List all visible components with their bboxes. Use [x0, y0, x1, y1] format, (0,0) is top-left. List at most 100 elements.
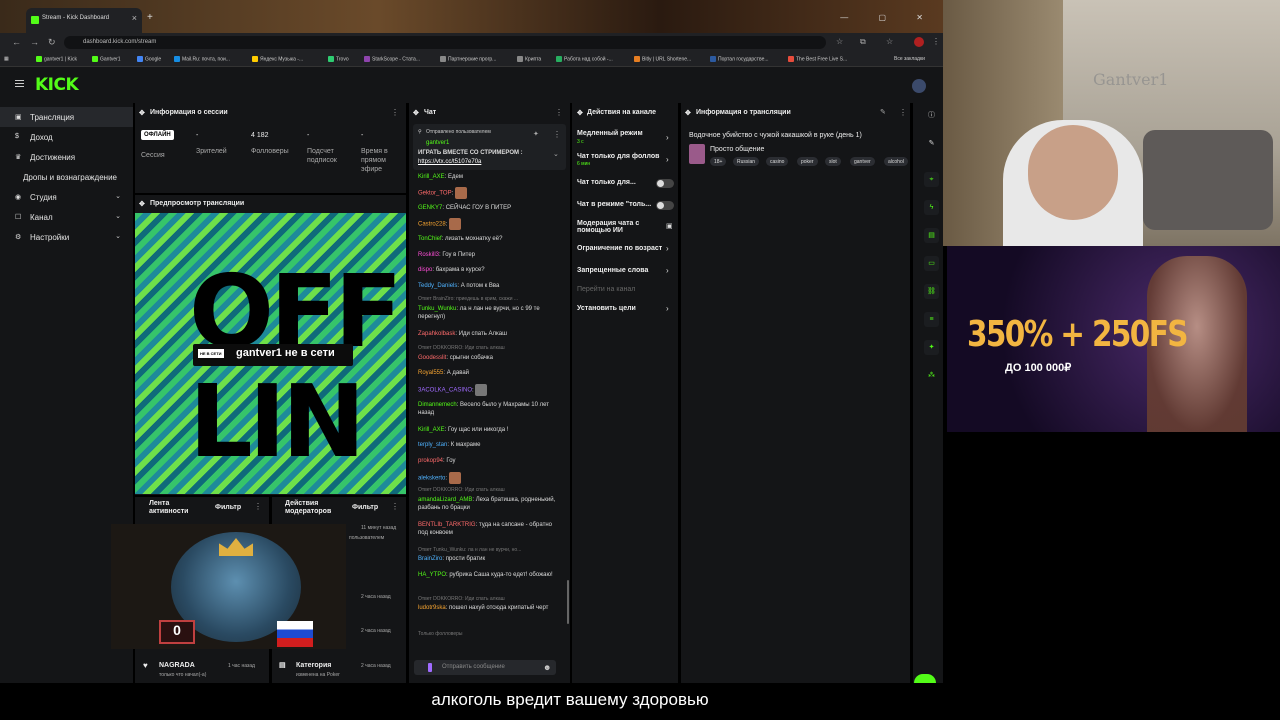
chat-message[interactable]: Teddy_Daniels: А потом к Вва — [418, 282, 499, 290]
profile-avatar[interactable] — [914, 37, 924, 47]
chat-message[interactable]: amandaLizard_AMB: Леха братишка, роднень… — [418, 496, 563, 512]
chat-message[interactable]: HA_YTPO: рубрика Саша куда-то едет! обож… — [418, 571, 563, 579]
bolt-icon[interactable]: ϟ — [924, 200, 939, 215]
close-tab-icon[interactable]: × — [132, 13, 137, 23]
more-icon[interactable]: ⋮ — [391, 108, 399, 117]
ai-moderation-action[interactable]: Модерация чата с помощью ИИ — [577, 220, 647, 234]
drag-handle-icon[interactable]: ✥ — [577, 109, 583, 117]
chat-input[interactable]: Отправить сообщение — [414, 660, 556, 675]
pinned-more-icon[interactable]: ⋮ — [553, 130, 561, 139]
bookmarks-icon[interactable]: ☆ — [886, 37, 893, 46]
chat-message[interactable]: Kirill_AXE: Едем — [418, 173, 463, 181]
bookmark-item[interactable]: Gantver1 — [92, 56, 121, 62]
followers-only-action[interactable]: Чат только для фоллов — [577, 153, 659, 160]
url-field[interactable]: dashboard.kick.com/stream — [64, 36, 826, 49]
chevron-right-icon[interactable]: › — [666, 133, 669, 142]
info-icon[interactable]: ⓘ — [924, 108, 939, 123]
chat-scrollbar[interactable] — [567, 580, 569, 624]
all-bookmarks[interactable]: Все закладки — [894, 56, 925, 62]
bookmark-folder[interactable]: Партнерские прогр... — [440, 56, 496, 62]
sidebar-item-settings[interactable]: ⚙ Настройки ⌄ — [0, 227, 133, 247]
chat-message[interactable]: Castro228: — [418, 218, 462, 230]
mod-filter-button[interactable]: Фильтр — [352, 504, 378, 512]
chat-message[interactable]: TonChief: лизать мохнатку её? — [418, 235, 502, 243]
ai-moderation-icon[interactable]: ▣ — [666, 222, 673, 230]
chevron-right-icon[interactable]: › — [666, 244, 669, 253]
bookmark-item[interactable]: Работа над собой -... — [556, 56, 613, 62]
slow-mode-action[interactable]: Медленный режим — [577, 130, 643, 137]
chat-message[interactable]: Zapahkolbask: Иди спать Алкаш — [418, 330, 507, 338]
share-icon[interactable]: ⁂ — [924, 368, 939, 383]
bookmark-item[interactable]: Trovo — [328, 56, 349, 62]
focus-icon[interactable]: ⌖ — [924, 172, 939, 187]
chat-message[interactable]: BrainZiro: прости братик — [418, 555, 485, 563]
forward-icon[interactable]: → — [30, 37, 39, 47]
chat-message[interactable]: GENKY7: СЕЙЧАС ГОУ В ПИТЕР — [418, 204, 511, 212]
reload-icon[interactable]: ↻ — [48, 37, 56, 48]
more-icon[interactable]: ⋮ — [254, 502, 262, 511]
chat-message[interactable]: 3ACOLKA_CASINO: — [418, 384, 488, 396]
activity-filter-button[interactable]: Фильтр — [215, 504, 241, 512]
sidebar-item-achievements[interactable]: ♛ Достижения — [0, 147, 133, 167]
bookmark-item[interactable]: The Best Free Live S... — [788, 56, 847, 62]
bookmark-item[interactable]: Bitly | URL Shortene... — [634, 56, 691, 62]
chat-message[interactable]: BENTLIb_TARKTRIG: туда на сапсане - обра… — [418, 521, 563, 537]
chat-message[interactable]: terply_stan: К махраме — [418, 441, 480, 449]
edit-icon[interactable]: ✎ — [880, 108, 886, 116]
bookmark-folder[interactable]: Крипта — [517, 56, 541, 62]
menu-icon[interactable]: ⋮ — [932, 37, 940, 46]
apps-icon[interactable]: ▦ — [4, 56, 9, 62]
drag-handle-icon[interactable]: ✥ — [139, 109, 145, 117]
chat-message[interactable]: Roskill3: Гоу в Питер — [418, 251, 475, 259]
bookmark-item[interactable]: StarkScope - Стата... — [364, 56, 420, 62]
chat-message[interactable]: Goodesslit: срыгни собачка — [418, 354, 493, 362]
sidebar-item-drops[interactable]: Дропы и вознаграждение — [0, 167, 133, 187]
emoji-icon[interactable]: ☻ — [543, 663, 551, 672]
sidebar-item-income[interactable]: $ Доход — [0, 127, 133, 147]
bookmark-item[interactable]: Mail.Ru: почта, пои... — [174, 56, 230, 62]
pen-icon[interactable]: ✎ — [924, 136, 939, 151]
chat-message[interactable]: prokop94: Гоу — [418, 457, 456, 465]
bookmark-item[interactable]: gantver1 | Kick — [36, 56, 77, 62]
wrench-icon[interactable]: ✦ — [924, 340, 939, 355]
chevron-down-icon[interactable]: ⌄ — [553, 150, 559, 158]
star-icon[interactable]: ☆ — [836, 37, 843, 46]
subs-only-toggle[interactable] — [656, 179, 674, 188]
emote-only-toggle[interactable] — [656, 201, 674, 210]
age-restriction-action[interactable]: Ограничение по возраст — [577, 245, 662, 252]
chat-message[interactable]: dispo: бахрама в курсе? — [418, 266, 485, 274]
bookmark-item[interactable]: Google — [137, 56, 161, 62]
chat-message[interactable]: Kirill_AXE: Гоу щас или никогда ! — [418, 426, 508, 434]
drag-handle-icon[interactable]: ✥ — [413, 109, 419, 117]
kick-logo[interactable]: KICK — [35, 75, 79, 95]
drag-handle-icon[interactable]: ✥ — [685, 109, 691, 117]
chat-message[interactable]: Gektor_TOP: — [418, 187, 467, 199]
chat-message[interactable]: Tunku_Wunku: ла н лан не вурчи, но с 99 … — [418, 305, 563, 321]
sidebar-item-channel[interactable]: ☐ Канал ⌄ — [0, 207, 133, 227]
chat-bubble-icon[interactable]: ▭ — [924, 256, 939, 271]
bookmark-item[interactable]: Яндекс Музыка -... — [252, 56, 303, 62]
back-icon[interactable]: ← — [12, 37, 21, 47]
new-tab-button[interactable]: + — [147, 12, 153, 23]
chat-message[interactable]: Royal555: А давай — [418, 369, 469, 377]
chevron-right-icon[interactable]: › — [666, 304, 669, 313]
sidebar-item-broadcast[interactable]: ▣ Трансляция — [0, 107, 133, 127]
set-goals-action[interactable]: Установить цели — [577, 305, 636, 312]
tab-kick-dashboard[interactable]: Stream - Kick Dashboard × — [26, 8, 142, 33]
window-controls[interactable]: — ▢ ✕ — [840, 13, 937, 22]
help-bubble-icon[interactable] — [914, 674, 936, 683]
more-icon[interactable]: ⋮ — [391, 502, 399, 511]
user-avatar[interactable] — [912, 79, 926, 93]
chat-message[interactable]: Dimannemech: Весело было у Махрамы 10 ле… — [418, 401, 563, 417]
extensions-icon[interactable]: ⧉ — [860, 37, 866, 47]
chevron-right-icon[interactable]: › — [666, 266, 669, 275]
chat-message[interactable]: alekskerto: — [418, 472, 461, 484]
link-icon[interactable]: ⛓ — [924, 284, 939, 299]
banned-words-action[interactable]: Запрещенные слова — [577, 267, 648, 274]
hamburger-menu-icon[interactable] — [15, 80, 24, 87]
document-icon[interactable]: ▤ — [924, 228, 939, 243]
bookmark-item[interactable]: Портал государстве... — [710, 56, 769, 62]
chevron-right-icon[interactable]: › — [666, 155, 669, 164]
list-icon[interactable]: ≡ — [924, 312, 939, 327]
pinned-link[interactable]: https://vtx.cc/t5107e70a — [418, 158, 481, 166]
